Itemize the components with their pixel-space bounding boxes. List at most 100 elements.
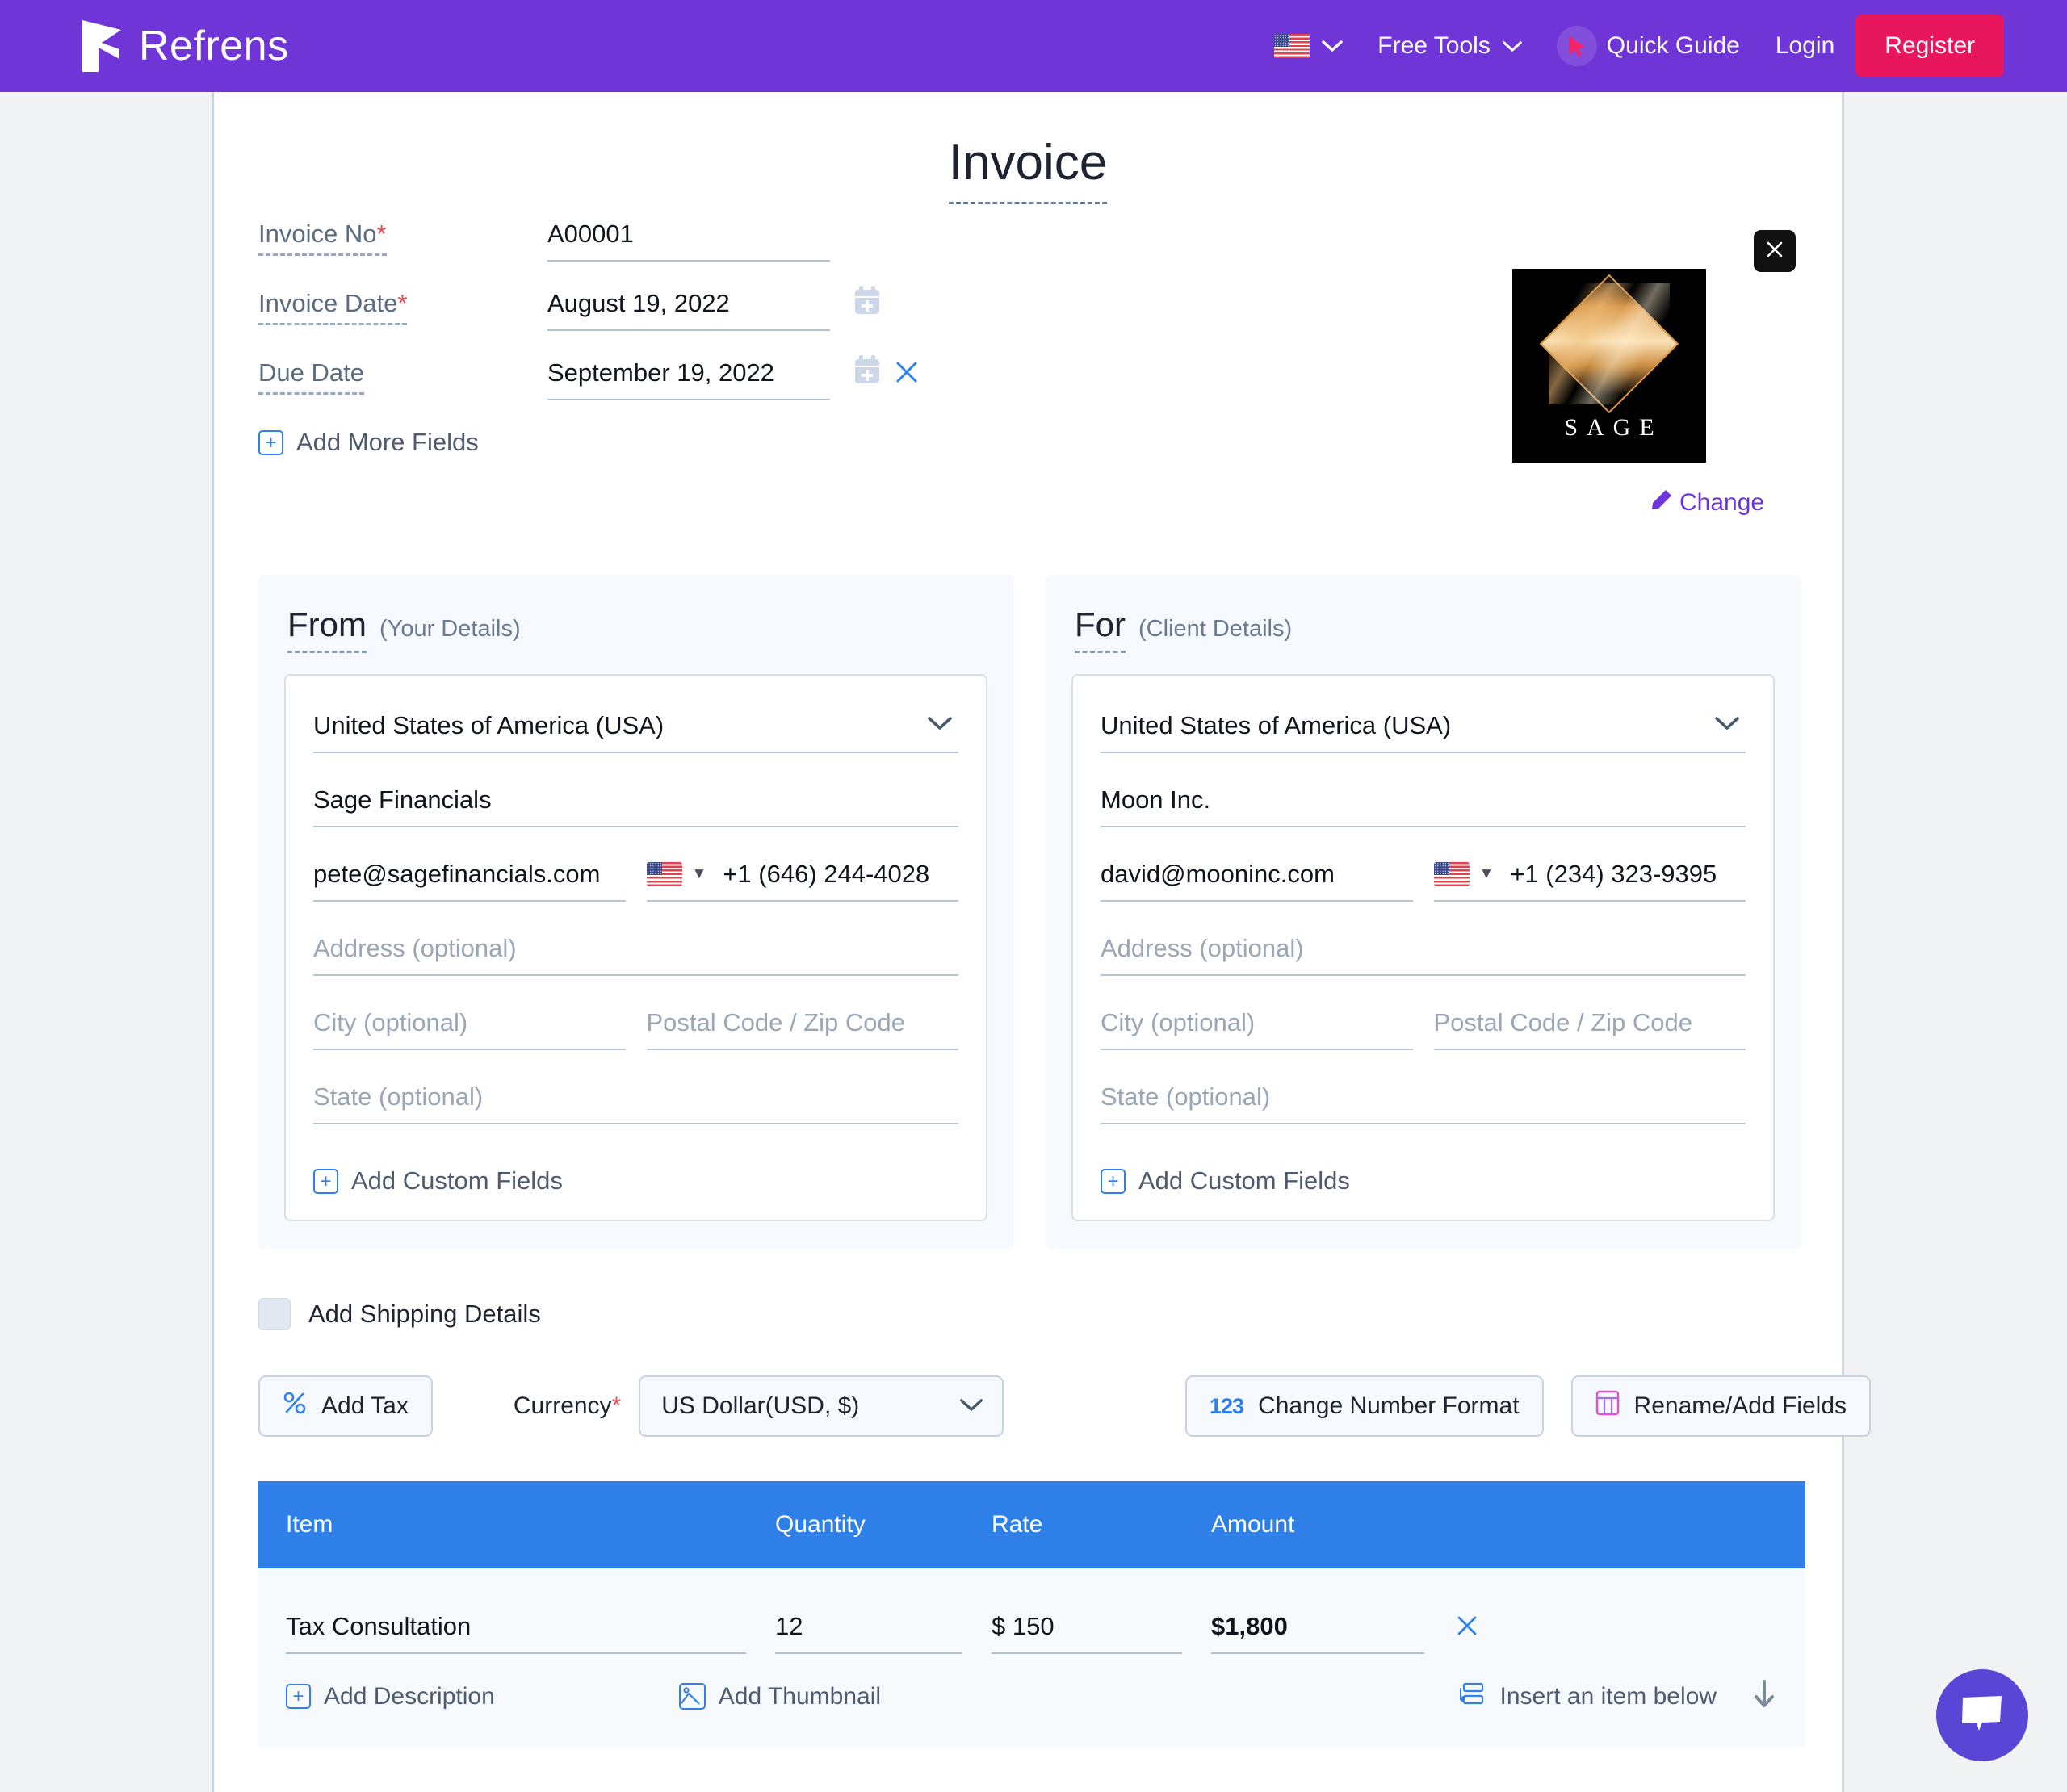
for-email-field[interactable]: david@mooninc.com bbox=[1101, 860, 1413, 902]
invoice-no-row: Invoice No* A00001 bbox=[258, 220, 830, 262]
from-add-custom-fields-button[interactable]: + Add Custom Fields bbox=[313, 1166, 958, 1195]
add-shipping-details-row: Add Shipping Details bbox=[258, 1298, 541, 1330]
calendar-plus-icon[interactable] bbox=[853, 286, 882, 320]
company-logo[interactable]: SAGE bbox=[1512, 269, 1706, 463]
for-add-custom-fields-button[interactable]: + Add Custom Fields bbox=[1101, 1166, 1746, 1195]
from-panel: From (Your Details) United States of Ame… bbox=[258, 575, 1013, 1249]
calendar-plus-icon[interactable] bbox=[853, 355, 882, 390]
chevron-down-icon[interactable] bbox=[1713, 714, 1741, 736]
for-state-placeholder: State (optional) bbox=[1101, 1082, 1746, 1124]
chevron-down-icon[interactable] bbox=[926, 714, 954, 736]
invoice-no-field[interactable]: A00001 bbox=[547, 220, 830, 262]
brand-logo[interactable]: Refrens bbox=[78, 17, 289, 75]
from-phone-field[interactable]: ▼ +1 (646) 244-4028 bbox=[647, 860, 959, 902]
shipping-details-checkbox[interactable] bbox=[258, 1298, 291, 1330]
language-selector[interactable] bbox=[1274, 34, 1344, 58]
register-button[interactable]: Register bbox=[1855, 15, 2004, 77]
for-email-value: david@mooninc.com bbox=[1101, 860, 1413, 902]
invoice-date-field[interactable]: August 19, 2022 bbox=[547, 289, 830, 331]
plus-box-icon: + bbox=[286, 1684, 311, 1709]
from-city-field[interactable]: City (optional) bbox=[313, 1008, 626, 1050]
for-add-custom-fields-label: Add Custom Fields bbox=[1138, 1166, 1350, 1195]
from-address-field[interactable]: Address (optional) bbox=[313, 934, 958, 976]
due-date-field[interactable]: September 19, 2022 bbox=[547, 358, 830, 400]
invoice-no-label[interactable]: Invoice No* bbox=[258, 220, 387, 256]
for-title: For bbox=[1075, 605, 1126, 653]
items-table-header: Item Quantity Rate Amount bbox=[258, 1481, 1805, 1568]
add-tax-button[interactable]: Add Tax bbox=[258, 1375, 433, 1437]
rename-add-fields-button[interactable]: Rename/Add Fields bbox=[1571, 1375, 1871, 1437]
from-postal-field[interactable]: Postal Code / Zip Code bbox=[647, 1008, 959, 1050]
add-thumbnail-label: Add Thumbnail bbox=[719, 1683, 881, 1710]
add-more-fields-button[interactable]: + Add More Fields bbox=[258, 428, 830, 457]
clear-due-date-icon[interactable] bbox=[893, 358, 920, 393]
for-city-field[interactable]: City (optional) bbox=[1101, 1008, 1413, 1050]
insert-row-icon bbox=[1457, 1682, 1484, 1710]
us-flag-icon bbox=[1274, 34, 1310, 58]
row-rate-cell[interactable]: $ 150 bbox=[992, 1612, 1211, 1654]
row-actions-cell bbox=[1453, 1612, 1599, 1647]
page-title[interactable]: Invoice bbox=[214, 92, 1842, 191]
page-gutter-left bbox=[0, 92, 212, 1792]
for-business-name-field[interactable]: Moon Inc. bbox=[1101, 785, 1746, 827]
for-address-field[interactable]: Address (optional) bbox=[1101, 934, 1746, 976]
from-state-field[interactable]: State (optional) bbox=[313, 1082, 958, 1124]
for-postal-field[interactable]: Postal Code / Zip Code bbox=[1434, 1008, 1746, 1050]
from-business-name-field[interactable]: Sage Financials bbox=[313, 785, 958, 827]
login-link[interactable]: Login bbox=[1776, 32, 1834, 60]
delete-row-icon[interactable] bbox=[1453, 1611, 1481, 1646]
top-navigation-bar: Refrens Free Tools Quick Guide L bbox=[0, 0, 2067, 92]
due-date-input[interactable]: September 19, 2022 bbox=[547, 358, 830, 400]
brand-name: Refrens bbox=[139, 22, 289, 70]
invoice-date-input[interactable]: August 19, 2022 bbox=[547, 289, 830, 331]
change-logo-button[interactable]: Change bbox=[1650, 488, 1764, 517]
invoice-meta-fields: Invoice No* A00001 Invoice Date* August … bbox=[258, 220, 830, 457]
currency-selected-value: US Dollar(USD, $) bbox=[661, 1392, 859, 1420]
invoice-no-input[interactable]: A00001 bbox=[547, 220, 830, 262]
required-asterisk: * bbox=[397, 289, 407, 317]
change-number-format-button[interactable]: 123 Change Number Format bbox=[1185, 1375, 1544, 1437]
chevron-down-icon[interactable]: ▼ bbox=[692, 865, 707, 883]
row-amount-cell[interactable]: $1,800 bbox=[1211, 1612, 1453, 1654]
add-tax-label: Add Tax bbox=[321, 1392, 409, 1420]
chevron-down-icon[interactable]: ▼ bbox=[1479, 865, 1495, 883]
currency-select[interactable]: US Dollar(USD, $) bbox=[639, 1375, 1004, 1437]
invoice-date-label[interactable]: Invoice Date* bbox=[258, 289, 407, 325]
123-icon: 123 bbox=[1210, 1394, 1243, 1419]
remove-logo-button[interactable] bbox=[1754, 230, 1796, 272]
from-subtitle: (Your Details) bbox=[379, 616, 521, 643]
from-contact-row: pete@sagefinancials.com ▼ +1 (646) 244-4… bbox=[313, 860, 958, 934]
for-panel: For (Client Details) United States of Am… bbox=[1046, 575, 1801, 1249]
for-country-field[interactable]: United States of America (USA) bbox=[1101, 711, 1746, 753]
from-phone-value: +1 (646) 244-4028 bbox=[723, 860, 929, 889]
free-tools-menu[interactable]: Free Tools bbox=[1377, 32, 1523, 60]
for-country-value: United States of America (USA) bbox=[1101, 711, 1746, 753]
insert-item-below-button[interactable]: Insert an item below bbox=[1457, 1678, 1778, 1715]
us-flag-icon[interactable] bbox=[1434, 862, 1470, 886]
from-panel-header: From (Your Details) bbox=[284, 605, 987, 653]
add-description-button[interactable]: + Add Description bbox=[286, 1683, 495, 1710]
row-item-input[interactable]: Tax Consultation bbox=[286, 1612, 746, 1654]
add-thumbnail-button[interactable]: Add Thumbnail bbox=[679, 1683, 881, 1710]
change-number-format-label: Change Number Format bbox=[1258, 1392, 1519, 1420]
for-panel-header: For (Client Details) bbox=[1071, 605, 1775, 653]
column-header-rate: Rate bbox=[992, 1511, 1211, 1539]
quick-guide-link[interactable]: Quick Guide bbox=[1557, 26, 1740, 66]
row-rate-input[interactable]: $ 150 bbox=[992, 1612, 1182, 1654]
from-email-field[interactable]: pete@sagefinancials.com bbox=[313, 860, 626, 902]
required-asterisk: * bbox=[612, 1392, 622, 1419]
row-quantity-cell[interactable]: 12 bbox=[775, 1612, 992, 1654]
us-flag-icon[interactable] bbox=[647, 862, 682, 886]
required-asterisk: * bbox=[376, 220, 386, 248]
for-city-placeholder: City (optional) bbox=[1101, 1008, 1413, 1050]
due-date-label[interactable]: Due Date bbox=[258, 358, 364, 395]
chat-support-button[interactable] bbox=[1936, 1669, 2028, 1761]
from-country-value: United States of America (USA) bbox=[313, 711, 958, 753]
for-phone-field[interactable]: ▼ +1 (234) 323-9395 bbox=[1434, 860, 1746, 902]
rename-add-fields-label: Rename/Add Fields bbox=[1634, 1392, 1847, 1420]
row-quantity-input[interactable]: 12 bbox=[775, 1612, 962, 1654]
row-item-cell[interactable]: Tax Consultation bbox=[258, 1612, 775, 1654]
from-country-field[interactable]: United States of America (USA) bbox=[313, 711, 958, 753]
for-state-field[interactable]: State (optional) bbox=[1101, 1082, 1746, 1124]
arrow-down-icon[interactable] bbox=[1750, 1678, 1778, 1715]
